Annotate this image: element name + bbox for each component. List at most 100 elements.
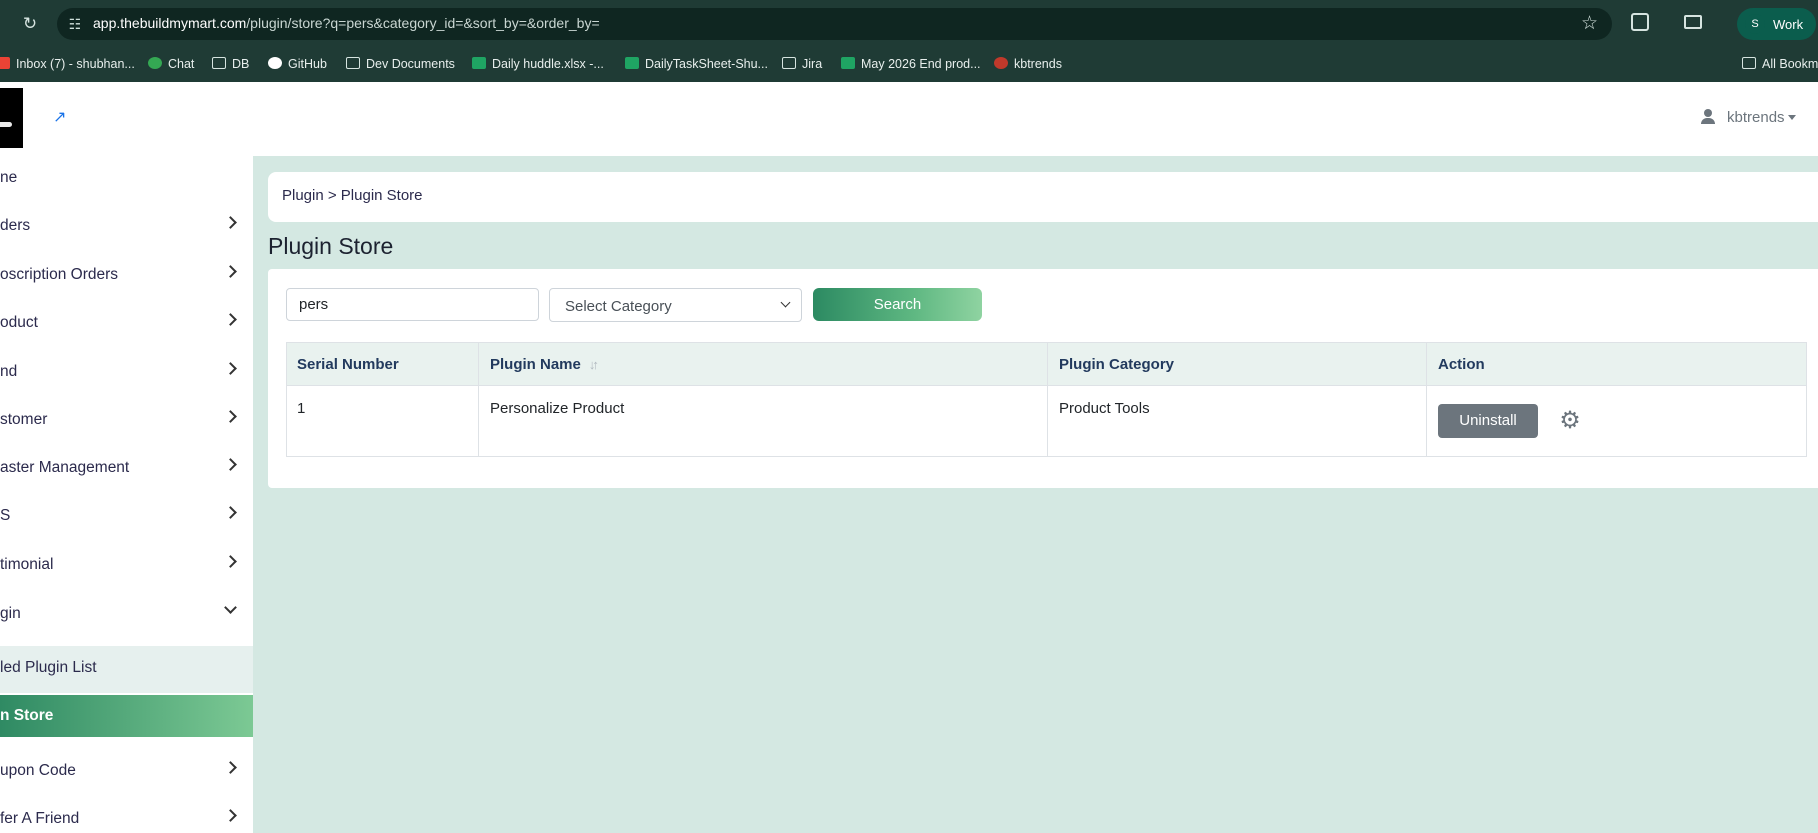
- sidebar-item-plugin[interactable]: gin: [0, 594, 253, 634]
- folder-icon: [212, 57, 226, 69]
- search-button[interactable]: Search: [813, 288, 982, 321]
- chevron-down-icon: [780, 297, 791, 308]
- chevron-right-icon: [224, 506, 237, 519]
- gmail-icon: [0, 57, 10, 69]
- sidebar-item-testimonial[interactable]: timonial: [0, 545, 253, 585]
- bookmark-daily-huddle[interactable]: Daily huddle.xlsx -...: [472, 54, 604, 74]
- sort-icon[interactable]: ↓↑: [589, 357, 599, 372]
- sidebar: ne ders oscription Orders oduct nd stome…: [0, 156, 253, 833]
- bookmark-label: Chat: [168, 57, 195, 71]
- url-text[interactable]: app.thebuildmymart.com/plugin/store?q=pe…: [93, 15, 600, 31]
- bookmark-may-2026[interactable]: May 2026 End prod...: [841, 54, 981, 74]
- column-header-serial-number: Serial Number: [297, 356, 399, 373]
- bookmark-label: DB: [232, 57, 250, 71]
- cell-plugin-name: Personalize Product: [490, 400, 625, 417]
- sidebar-item-label: aster Management: [0, 459, 130, 476]
- cell-serial: 1: [297, 400, 306, 417]
- sidebar-item-label: gin: [0, 605, 21, 622]
- column-divider: [478, 342, 479, 457]
- column-divider: [1047, 342, 1048, 457]
- uninstall-button[interactable]: Uninstall: [1438, 404, 1538, 438]
- user-name: kbtrends: [1727, 109, 1785, 126]
- bookmark-label: Dev Documents: [366, 57, 455, 71]
- sidebar-item-master-management[interactable]: aster Management: [0, 448, 253, 488]
- bookmark-label: Jira: [802, 57, 823, 71]
- bookmark-label: kbtrends: [1014, 57, 1062, 71]
- external-link-icon[interactable]: ↗: [53, 110, 69, 126]
- chevron-right-icon: [224, 809, 237, 822]
- user-menu[interactable]: kbtrends: [1701, 109, 1796, 129]
- bookmark-dev-documents[interactable]: Dev Documents: [346, 54, 455, 74]
- reload-icon[interactable]: ↻: [20, 14, 40, 34]
- tab-search-icon[interactable]: [1684, 15, 1702, 29]
- chevron-right-icon: [224, 265, 237, 278]
- site-info-icon[interactable]: ☷: [66, 15, 84, 33]
- sidebar-item-label: ne: [0, 169, 18, 186]
- kbtrends-icon: [994, 57, 1008, 69]
- folder-icon: [782, 57, 796, 69]
- cell-plugin-category: Product Tools: [1059, 400, 1150, 417]
- chevron-right-icon: [224, 216, 237, 229]
- main-content: [253, 156, 1818, 833]
- sidebar-item-coupon-code[interactable]: upon Code: [0, 751, 253, 791]
- column-header-plugin-category: Plugin Category: [1059, 356, 1175, 373]
- chevron-right-icon: [224, 555, 237, 568]
- breadcrumb-card: [268, 172, 1818, 222]
- user-icon: [1701, 109, 1715, 124]
- page-title: Plugin Store: [268, 233, 394, 259]
- brand-logo[interactable]: [0, 88, 23, 148]
- sidebar-item-label: upon Code: [0, 762, 76, 779]
- column-divider: [1426, 342, 1427, 457]
- caret-down-icon: [1787, 115, 1796, 120]
- sidebar-item-label: fer A Friend: [0, 810, 80, 827]
- column-header-label: Plugin Name: [490, 356, 581, 373]
- bookmark-chat[interactable]: Chat: [148, 54, 194, 74]
- github-icon: [268, 57, 282, 69]
- bookmark-star-icon[interactable]: ☆: [1581, 12, 1598, 35]
- sidebar-item-label: nd: [0, 363, 18, 380]
- search-input[interactable]: [286, 288, 539, 321]
- chevron-right-icon: [224, 313, 237, 326]
- extensions-icon[interactable]: [1631, 13, 1649, 31]
- sidebar-item-product[interactable]: oduct: [0, 303, 253, 343]
- url-path: /plugin/store?q=pers&category_id=&sort_b…: [246, 15, 600, 31]
- sidebar-item-subscription-orders[interactable]: oscription Orders: [0, 255, 253, 295]
- chat-icon: [148, 57, 162, 69]
- bookmark-label: All Bookm: [1762, 57, 1818, 71]
- profile-label: Work: [1773, 17, 1804, 32]
- sidebar-item-customer[interactable]: stomer: [0, 400, 253, 440]
- bookmark-jira[interactable]: Jira: [782, 54, 822, 74]
- chevron-down-icon: [224, 601, 237, 614]
- category-select-value: Select Category: [565, 298, 672, 315]
- bookmark-all-bookmarks[interactable]: All Bookm: [1742, 54, 1818, 74]
- sidebar-item-refer-a-friend[interactable]: fer A Friend: [0, 799, 253, 833]
- sidebar-subitem-installed-plugin-list[interactable]: led Plugin List: [0, 646, 253, 693]
- bookmark-kbtrends[interactable]: kbtrends: [994, 54, 1062, 74]
- sidebar-item-label: S: [0, 507, 11, 524]
- bookmark-label: DailyTaskSheet-Shu...: [645, 57, 768, 71]
- bookmark-daily-task-sheet[interactable]: DailyTaskSheet-Shu...: [625, 54, 768, 74]
- bookmark-inbox[interactable]: Inbox (7) - shubhan...: [0, 54, 135, 74]
- breadcrumb: Plugin > Plugin Store: [282, 187, 423, 204]
- bookmark-label: Daily huddle.xlsx -...: [492, 57, 604, 71]
- chevron-right-icon: [224, 410, 237, 423]
- gear-icon[interactable]: ⚙: [1558, 409, 1582, 433]
- sidebar-subitem-plugin-store[interactable]: n Store: [0, 695, 253, 737]
- app-header: [0, 82, 1818, 156]
- bookmark-db[interactable]: DB: [212, 54, 249, 74]
- column-header-action: Action: [1438, 356, 1485, 373]
- sheets-icon: [841, 57, 855, 69]
- sidebar-item-brand[interactable]: nd: [0, 352, 253, 392]
- chevron-right-icon: [224, 362, 237, 375]
- sidebar-item-home[interactable]: ne: [0, 158, 253, 198]
- sidebar-item-orders[interactable]: ders: [0, 206, 253, 246]
- column-header-plugin-name[interactable]: Plugin Name ↓↑: [490, 356, 599, 373]
- category-select[interactable]: Select Category: [549, 288, 802, 322]
- chevron-right-icon: [224, 458, 237, 471]
- sidebar-item-s[interactable]: S: [0, 496, 253, 536]
- profile-button[interactable]: S Work: [1737, 8, 1816, 40]
- sheets-icon: [472, 57, 486, 69]
- bookmark-label: Inbox (7) - shubhan...: [16, 57, 135, 71]
- sidebar-item-label: led Plugin List: [0, 659, 97, 676]
- bookmark-github[interactable]: GitHub: [268, 54, 327, 74]
